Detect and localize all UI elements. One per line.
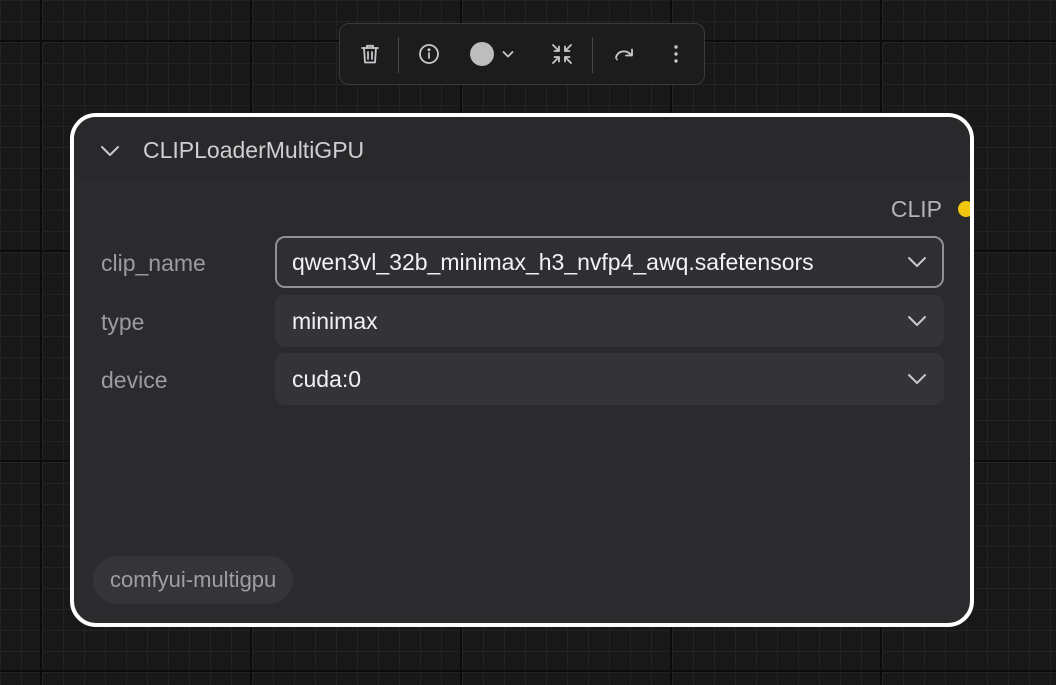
info-icon [419, 44, 439, 64]
delete-button[interactable] [354, 24, 386, 84]
kebab-menu-icon [674, 45, 678, 63]
chevron-down-icon [908, 374, 926, 384]
chevron-down-icon [101, 146, 119, 156]
chevron-down-icon [502, 51, 514, 58]
type-select[interactable]: minimax [275, 295, 944, 347]
node-header[interactable]: CLIPLoaderMultiGPU [74, 117, 970, 180]
type-value: minimax [292, 308, 378, 334]
collapse-toggle-button[interactable] [98, 139, 122, 163]
widget-label-type: type [101, 309, 145, 335]
clip-name-select[interactable]: qwen3vl_32b_minimax_h3_nvfp4_awq.safeten… [275, 236, 944, 288]
shrink-icon [552, 44, 572, 64]
bypass-button[interactable] [608, 24, 640, 84]
collapse-node-button[interactable] [546, 24, 578, 84]
node-clip-loader[interactable]: CLIPLoaderMultiGPU CLIP clip_name qwen3v… [70, 113, 974, 627]
chevron-down-icon [908, 257, 926, 267]
device-select[interactable]: cuda:0 [275, 353, 944, 405]
node-title: CLIPLoaderMultiGPU [143, 137, 365, 163]
chevron-down-icon [908, 316, 926, 326]
color-dot-icon [470, 42, 494, 66]
widget-label-device: device [101, 367, 168, 393]
toolbar-divider [398, 37, 399, 73]
info-button[interactable] [414, 24, 444, 84]
color-picker-button[interactable] [466, 24, 520, 84]
output-slot-clip[interactable] [958, 201, 970, 217]
device-value: cuda:0 [292, 366, 362, 392]
toolbar-divider [592, 37, 593, 73]
clip-name-value: qwen3vl_32b_minimax_h3_nvfp4_awq.safeten… [292, 249, 814, 275]
trash-icon [361, 44, 379, 64]
node-toolbar [339, 23, 705, 85]
widget-label-clip-name: clip_name [101, 250, 206, 276]
node-source-badge: comfyui-multigpu [93, 556, 294, 604]
more-options-button[interactable] [662, 24, 690, 84]
redo-arrow-icon [615, 48, 633, 61]
output-label-clip: CLIP [890, 196, 942, 222]
